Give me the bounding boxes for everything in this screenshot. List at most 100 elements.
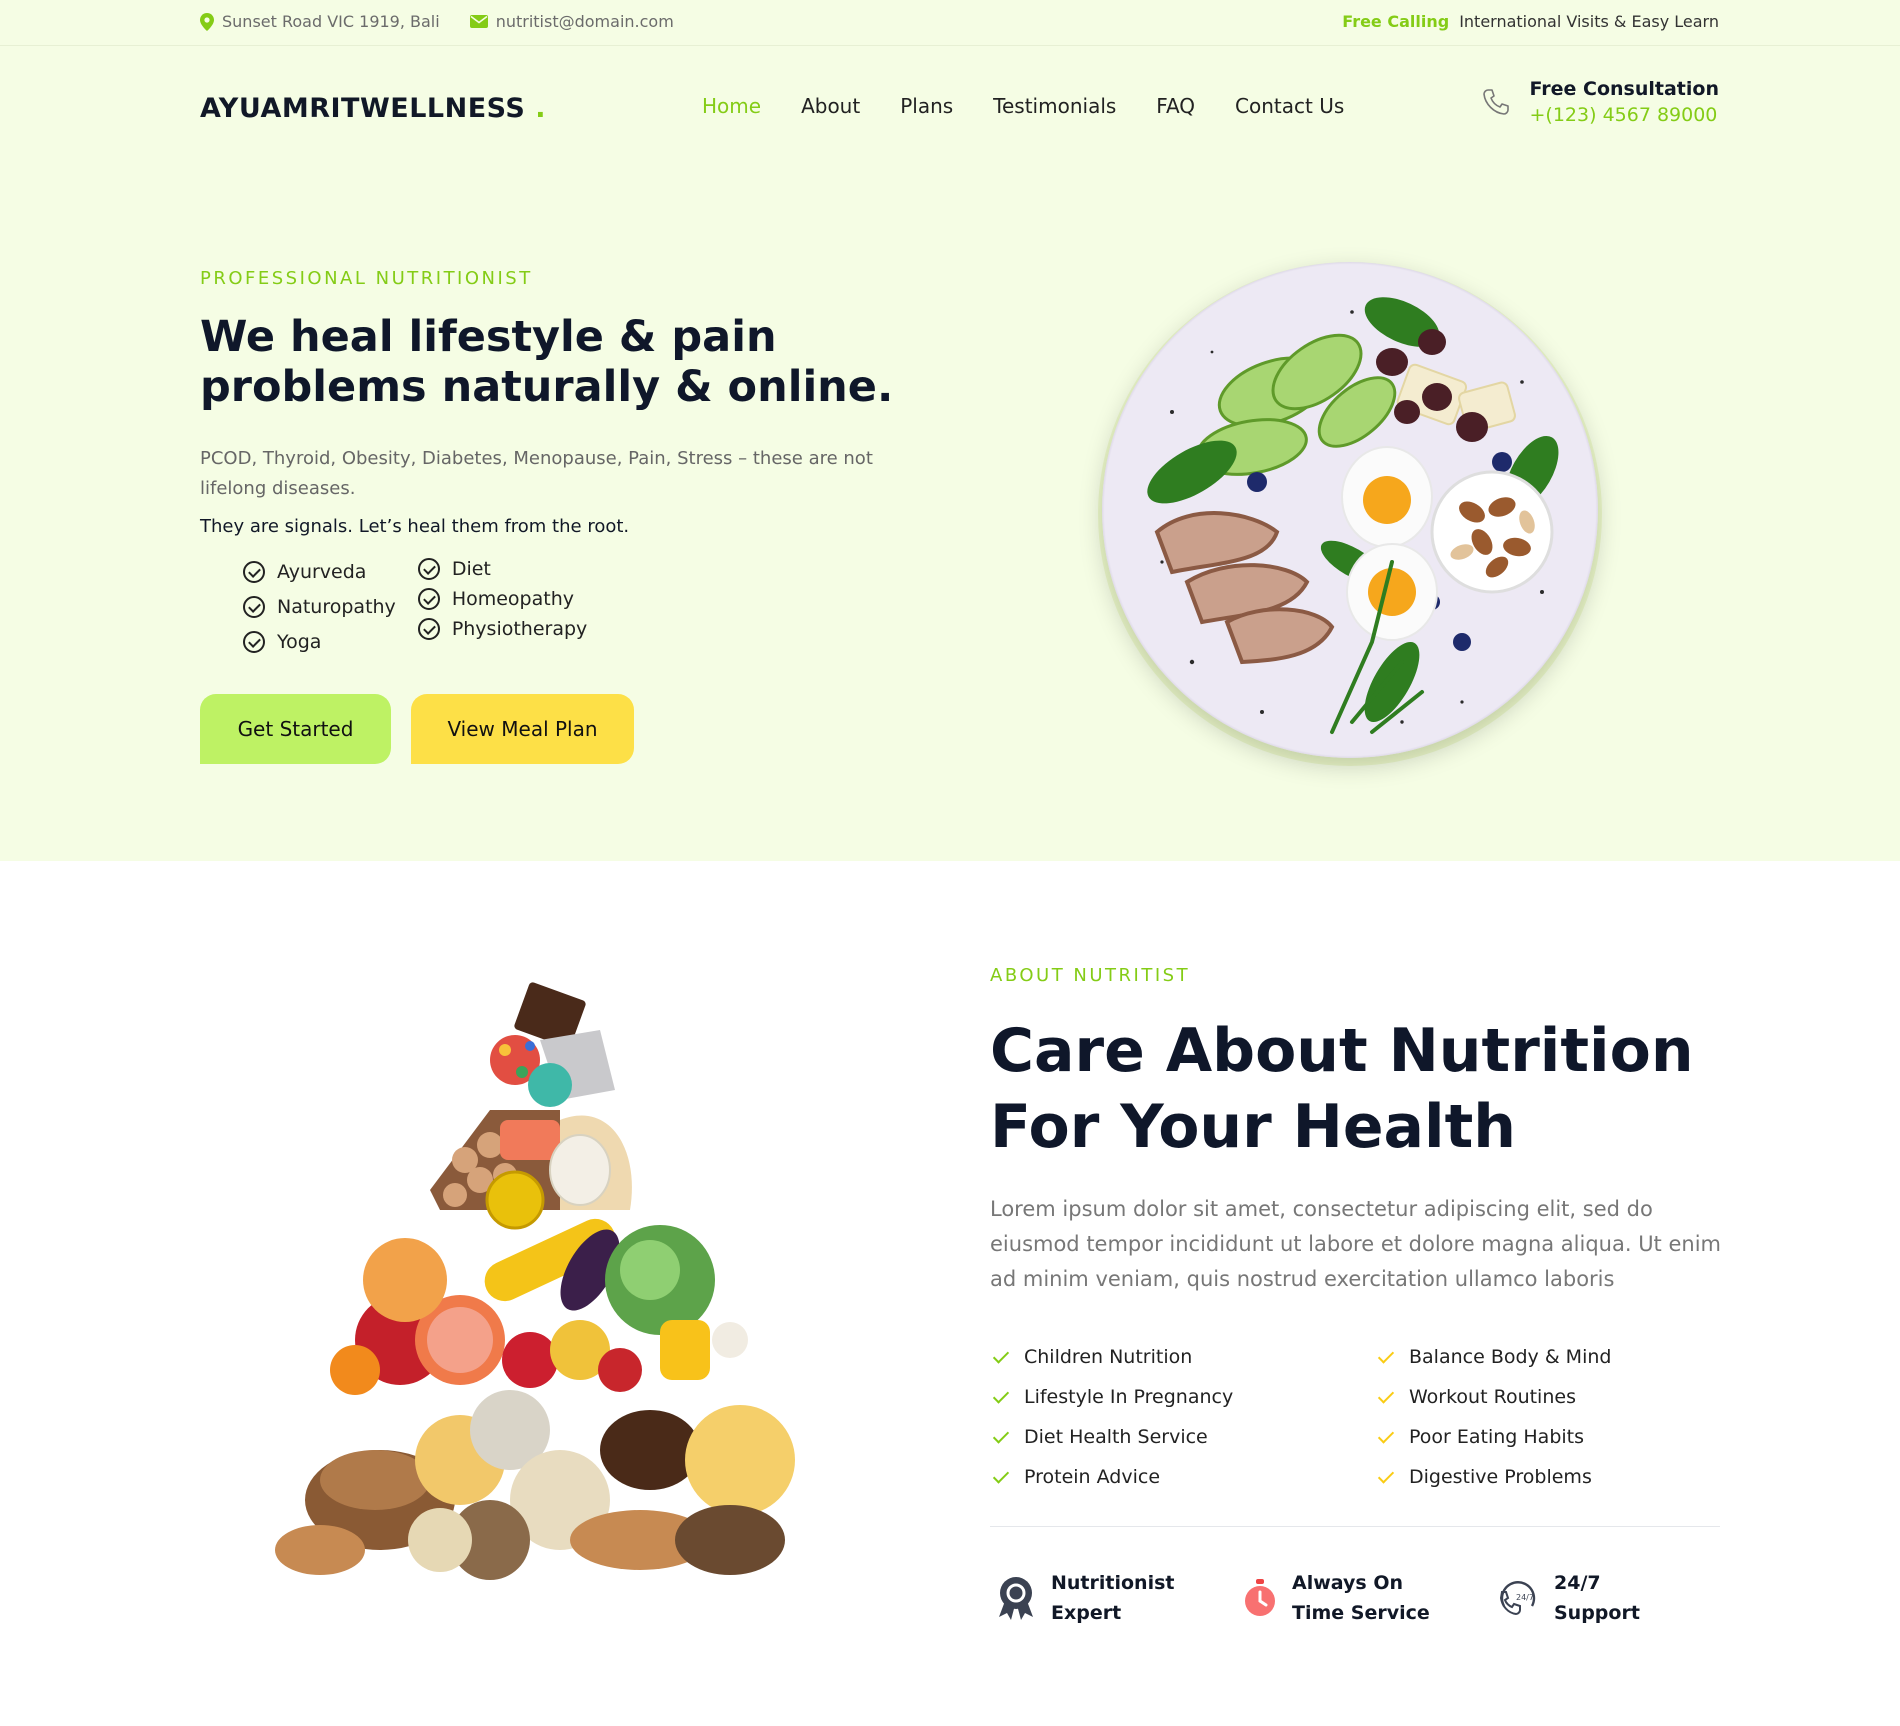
stopwatch-icon — [1245, 1579, 1275, 1616]
free-consultation[interactable]: Free Consultation +(123) 4567 89000 — [1480, 78, 1719, 126]
email-item[interactable]: nutritist@domain.com — [469, 12, 674, 31]
therapy-item: Diet — [417, 554, 588, 584]
stat-line-2: Expert — [1051, 1602, 1122, 1624]
check-icon — [992, 1428, 1010, 1446]
visits-label: International Visits & Easy Learn — [1459, 12, 1719, 31]
nav-contact[interactable]: Contact Us — [1235, 94, 1344, 118]
view-meal-plan-button[interactable]: View Meal Plan — [411, 694, 634, 764]
feature-item: Protein Advice — [992, 1457, 1233, 1497]
check-circle-icon — [243, 595, 265, 618]
hero-section: AYUAMRITWELLNESS . Home About Plans Test… — [0, 46, 1900, 861]
grains-tier — [275, 1390, 795, 1580]
therapy-item: Naturopathy — [243, 589, 396, 624]
envelope-icon — [469, 15, 488, 28]
consult-title: Free Consultation — [1529, 78, 1719, 100]
check-circle-icon — [417, 618, 440, 640]
check-icon — [1377, 1428, 1395, 1446]
address-item: Sunset Road VIC 1919, Bali — [200, 12, 440, 31]
therapy-column-2: Diet Homeopathy Physiotherapy — [417, 554, 588, 659]
therapy-item: Physiotherapy — [417, 614, 588, 644]
feature-label: Balance Body & Mind — [1409, 1346, 1612, 1368]
consult-phone[interactable]: +(123) 4567 89000 — [1530, 104, 1719, 126]
check-icon — [1377, 1348, 1395, 1366]
email-text[interactable]: nutritist@domain.com — [496, 12, 674, 31]
support-24-7-icon: 24/7 — [1499, 1581, 1536, 1616]
hero-description: PCOD, Thyroid, Obesity, Diabetes, Menopa… — [200, 448, 873, 499]
logo-dot: . — [535, 93, 547, 124]
plate — [1102, 262, 1598, 758]
site-logo[interactable]: AYUAMRITWELLNESS . — [200, 93, 546, 124]
produce-tier — [330, 1218, 748, 1395]
stat-line-1: 24/7 — [1554, 1572, 1601, 1594]
main-nav: Home About Plans Testimonials FAQ Contac… — [702, 94, 1344, 118]
feature-label: Lifestyle In Pregnancy — [1024, 1386, 1234, 1408]
divider — [990, 1526, 1720, 1527]
map-pin-icon — [200, 12, 214, 31]
stat-support-24-7: 24/7 24/7 Support — [1496, 1568, 1640, 1628]
get-started-button[interactable]: Get Started — [200, 694, 391, 764]
feature-label: Poor Eating Habits — [1409, 1426, 1585, 1448]
hero-eyebrow: PROFESSIONAL NUTRITIONIST — [200, 268, 533, 289]
check-icon — [992, 1348, 1010, 1366]
therapy-label: Physiotherapy — [451, 618, 588, 640]
nav-faq[interactable]: FAQ — [1156, 94, 1195, 118]
therapy-label: Ayurveda — [277, 560, 367, 583]
therapy-label: Naturopathy — [277, 595, 396, 618]
feature-item: Workout Routines — [1377, 1377, 1611, 1417]
about-eyebrow: ABOUT NUTRITIST — [990, 965, 1191, 986]
therapy-item: Yoga — [243, 624, 396, 659]
feature-label: Children Nutrition — [1024, 1346, 1193, 1368]
therapy-item: Homeopathy — [417, 584, 588, 614]
salad-plate-image — [1098, 262, 1602, 766]
stat-line-2: Time Service — [1292, 1602, 1430, 1624]
check-circle-icon — [417, 558, 440, 580]
food-pyramid-image — [275, 982, 795, 1580]
check-icon — [1377, 1468, 1395, 1486]
feature-item: Children Nutrition — [992, 1337, 1233, 1377]
logo-text: AYUAMRITWELLNESS — [200, 93, 526, 124]
salad-illustration — [1147, 297, 1559, 734]
top-bar: Sunset Road VIC 1919, Bali nutritist@dom… — [0, 0, 1900, 46]
therapy-label: Yoga — [277, 630, 322, 653]
feature-item: Diet Health Service — [992, 1417, 1233, 1457]
check-icon — [992, 1468, 1010, 1486]
check-icon — [992, 1388, 1010, 1406]
check-circle-icon — [243, 630, 265, 653]
therapy-item: Ayurveda — [243, 554, 396, 589]
feature-item: Balance Body & Mind — [1377, 1337, 1611, 1377]
nav-home[interactable]: Home — [702, 94, 761, 118]
stat-line-2: Support — [1554, 1602, 1640, 1624]
check-circle-icon — [243, 560, 265, 583]
feature-item: Digestive Problems — [1377, 1457, 1611, 1497]
therapy-list: Ayurveda Naturopathy Yoga Diet Homeopath… — [243, 554, 587, 659]
nav-plans[interactable]: Plans — [900, 94, 953, 118]
feature-label: Workout Routines — [1409, 1386, 1576, 1408]
protein-tier — [430, 1110, 632, 1230]
stat-always-on-time: Always On Time Service — [1242, 1568, 1430, 1628]
therapy-label: Diet — [451, 558, 491, 580]
feature-label: Diet Health Service — [1024, 1426, 1208, 1448]
feature-label: Digestive Problems — [1409, 1466, 1592, 1488]
feature-item: Lifestyle In Pregnancy — [992, 1377, 1233, 1417]
hero-title: We heal lifestyle & pain problems natura… — [200, 312, 894, 412]
nav-testimonials[interactable]: Testimonials — [993, 94, 1116, 118]
therapy-label: Homeopathy — [451, 588, 574, 610]
free-calling-label: Free Calling — [1342, 12, 1450, 31]
stat-line-1: Always On — [1292, 1572, 1403, 1594]
award-icon — [999, 1577, 1033, 1620]
sweets-tier — [490, 982, 615, 1107]
check-circle-icon — [417, 588, 440, 610]
address-text: Sunset Road VIC 1919, Bali — [222, 12, 440, 31]
check-icon — [1377, 1388, 1395, 1406]
nav-about[interactable]: About — [801, 94, 860, 118]
stat-nutritionist-expert: Nutritionist Expert — [995, 1568, 1174, 1628]
hero-signal-text: They are signals. Let’s heal them from t… — [200, 516, 630, 537]
phone-icon — [1482, 89, 1509, 115]
therapy-column-1: Ayurveda Naturopathy Yoga — [243, 554, 396, 659]
feature-list-left: Children Nutrition Lifestyle In Pregnanc… — [992, 1337, 1233, 1497]
about-title: Care About Nutrition For Your Health — [990, 1016, 1694, 1162]
about-description: Lorem ipsum dolor sit amet, consectetur … — [990, 1197, 1721, 1291]
stat-line-1: Nutritionist — [1051, 1572, 1175, 1594]
feature-label: Protein Advice — [1024, 1466, 1161, 1488]
feature-item: Poor Eating Habits — [1377, 1417, 1611, 1457]
